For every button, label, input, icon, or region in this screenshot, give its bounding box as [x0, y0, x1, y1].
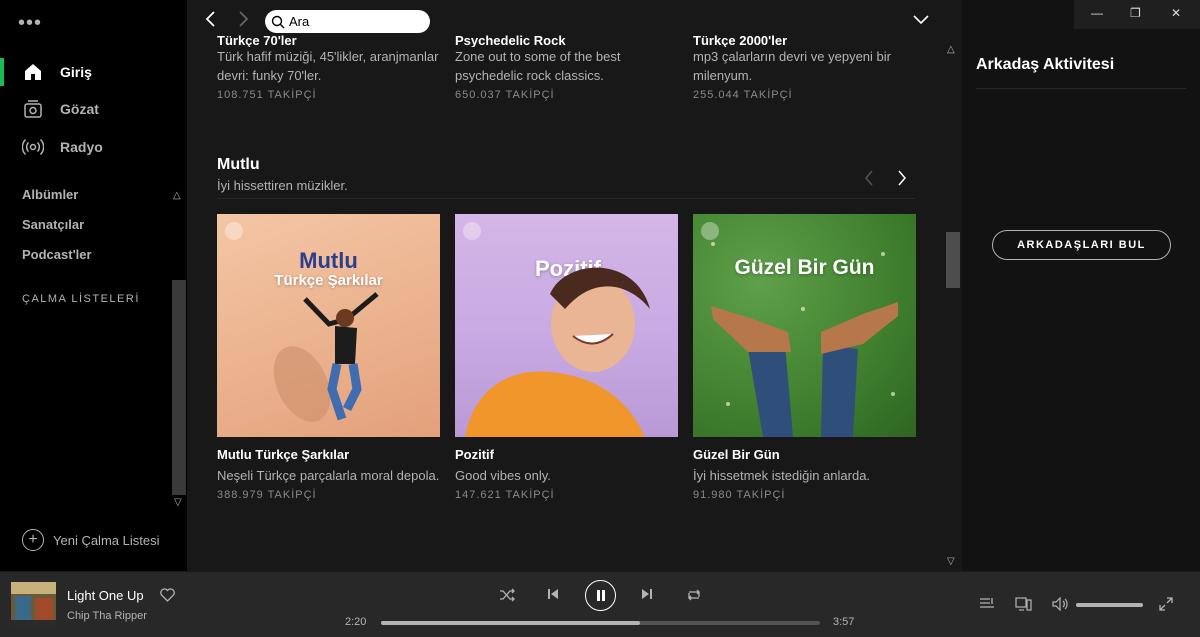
card-title: Pozitif: [455, 447, 494, 462]
sidebar-item-artists[interactable]: Sanatçılar: [22, 217, 84, 232]
pause-icon: [596, 590, 605, 601]
progress-bar[interactable]: [381, 621, 820, 625]
search-icon: [271, 15, 285, 29]
card-followers: 388.979 TAKİPÇİ: [217, 489, 317, 501]
card-description: İyi hissetmek istediğin anlarda.: [693, 468, 871, 483]
chevron-down-icon[interactable]: [913, 10, 929, 31]
sidebar-item-podcasts[interactable]: Podcast'ler: [22, 247, 92, 262]
top-bar: [187, 0, 947, 40]
home-icon: [22, 61, 44, 83]
playlist-card[interactable]: Güzel Bir Gün Güzel Bir Gün İyi hissetme…: [693, 214, 916, 501]
restore-icon[interactable]: ❐: [1130, 6, 1141, 20]
radio-icon: [22, 136, 44, 158]
sidebar-item-browse[interactable]: Gözat: [0, 91, 187, 127]
card-followers: 255.044 TAKİPÇİ: [693, 89, 793, 101]
sidebar-item-radio[interactable]: Radyo: [0, 129, 187, 165]
playlist-cover[interactable]: Mutlu Türkçe Şarkılar: [217, 214, 440, 437]
sidebar-item-label: Giriş: [60, 64, 92, 80]
playlist-cover[interactable]: Pozitif: [455, 214, 678, 437]
previous-track-icon[interactable]: [547, 588, 559, 600]
carousel-next-button[interactable]: [897, 170, 907, 191]
sidebar-item-label: Gözat: [60, 101, 99, 117]
playlist-card[interactable]: Psychedelic Rock Zone out to some of the…: [455, 33, 680, 101]
card-title: Güzel Bir Gün: [693, 447, 780, 462]
panel-divider: [976, 88, 1186, 89]
chevron-down-icon[interactable]: ▽: [947, 556, 955, 567]
search-input[interactable]: [289, 14, 419, 29]
carousel-prev-button[interactable]: [864, 170, 874, 191]
next-track-icon[interactable]: [641, 588, 653, 600]
volume-slider[interactable]: [1076, 603, 1143, 607]
track-title[interactable]: Light One Up: [67, 588, 144, 603]
boots-on-grass-image: [711, 242, 898, 437]
card-description: Türk hafif müziği, 45'likler, aranjmanla…: [217, 49, 439, 83]
pause-button[interactable]: [585, 580, 616, 611]
sidebar-item-albums[interactable]: Albümler: [22, 187, 78, 202]
minimize-icon[interactable]: —: [1091, 6, 1103, 20]
card-followers: 108.751 TAKİPÇİ: [217, 89, 317, 101]
smiling-woman-image: [465, 267, 650, 437]
close-icon[interactable]: ✕: [1171, 6, 1181, 20]
browse-icon: [22, 98, 44, 120]
main-content: Türkçe 70'ler Türk hafif müziği, 45'likl…: [187, 0, 962, 571]
chevron-up-icon[interactable]: △: [947, 44, 955, 55]
progress-fill: [381, 621, 640, 625]
playlist-card[interactable]: Türkçe 70'ler Türk hafif müziği, 45'likl…: [217, 33, 442, 101]
total-time: 3:57: [833, 616, 855, 628]
fullscreen-icon[interactable]: [1159, 597, 1173, 614]
playlist-cover[interactable]: Güzel Bir Gün: [693, 214, 916, 437]
card-followers: 650.037 TAKİPÇİ: [455, 89, 555, 101]
playlist-card[interactable]: Mutlu Türkçe Şarkılar Mutlu Türkçe Şarkı…: [217, 214, 440, 501]
main-scrollbar[interactable]: [946, 232, 960, 288]
playlist-card[interactable]: Pozitif Pozitif Good vibes only. 147.621…: [455, 214, 678, 501]
search-box[interactable]: [265, 10, 430, 33]
card-description: mp3 çalarların devri ve yepyeni bir mile…: [693, 49, 891, 83]
sidebar: ••• Giriş Gözat Radyo Albümler △ Sanatçı…: [0, 0, 187, 571]
album-art[interactable]: [11, 582, 56, 627]
heart-icon[interactable]: [160, 588, 175, 605]
sidebar-item-home[interactable]: Giriş: [0, 54, 187, 90]
volume-fill: [1076, 603, 1143, 607]
volume-icon[interactable]: [1052, 596, 1069, 614]
card-description: Neşeli Türkçe parçalarla moral depola.: [217, 468, 440, 483]
back-button[interactable]: [205, 11, 217, 32]
window-controls: — ❐ ✕: [1074, 0, 1200, 29]
card-followers: 147.621 TAKİPÇİ: [455, 489, 555, 501]
friend-activity-panel: — ❐ ✕ Arkadaş Aktivitesi ARKADAŞLARI BUL: [962, 0, 1200, 571]
chevron-up-icon[interactable]: △: [173, 190, 181, 201]
elapsed-time: 2:20: [345, 616, 367, 628]
jumping-woman-image: [273, 292, 379, 422]
shuffle-icon[interactable]: [499, 588, 515, 602]
section-title[interactable]: Mutlu: [217, 156, 260, 174]
devices-icon[interactable]: [1015, 597, 1032, 614]
forward-button[interactable]: [237, 11, 249, 32]
section-divider: [217, 198, 915, 199]
repeat-icon[interactable]: [686, 588, 702, 602]
card-followers: 91.980 TAKİPÇİ: [693, 489, 786, 501]
sidebar-item-label: Radyo: [60, 139, 103, 155]
card-title: Mutlu Türkçe Şarkılar: [217, 447, 350, 462]
queue-icon[interactable]: [979, 597, 995, 614]
playlists-heading: ÇALMA LİSTELERİ: [22, 293, 140, 305]
player-bar: Light One Up Chip Tha Ripper 2:20 3:57: [0, 571, 1200, 637]
new-playlist-button[interactable]: + Yeni Çalma Listesi: [22, 529, 159, 551]
playlist-card[interactable]: Türkçe 2000'ler mp3 çalarların devri ve …: [693, 33, 918, 101]
plus-icon: +: [22, 529, 44, 551]
section-subtitle: İyi hissettiren müzikler.: [217, 178, 348, 193]
card-description: Good vibes only.: [455, 468, 551, 483]
new-playlist-label: Yeni Çalma Listesi: [53, 532, 160, 548]
chevron-down-icon[interactable]: ▽: [174, 497, 182, 508]
card-description: Zone out to some of the best psychedelic…: [455, 49, 621, 83]
sidebar-scrollbar[interactable]: [172, 280, 186, 495]
app-window: ••• Giriş Gözat Radyo Albümler △ Sanatçı…: [0, 0, 1200, 637]
find-friends-button[interactable]: ARKADAŞLARI BUL: [992, 230, 1171, 260]
menu-dots-icon[interactable]: •••: [18, 12, 42, 35]
track-artist[interactable]: Chip Tha Ripper: [67, 610, 147, 622]
panel-title: Arkadaş Aktivitesi: [976, 56, 1115, 73]
